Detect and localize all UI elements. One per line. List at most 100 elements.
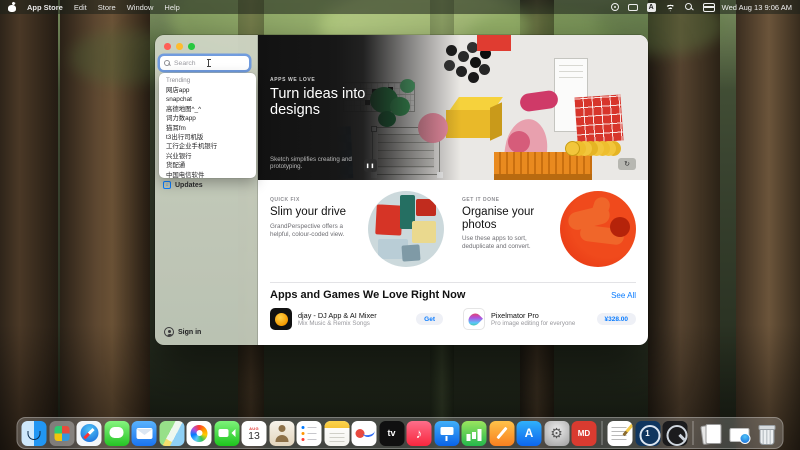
suggestion-item[interactable]: 高德地图^_^ [166, 105, 249, 114]
price-button[interactable]: ¥328.00 [597, 313, 637, 325]
see-all-link[interactable]: See All [611, 291, 636, 300]
suggestion-item[interactable]: t3出行司机版 [166, 133, 249, 142]
card-title: Slim your drive [270, 206, 362, 219]
sign-in-button[interactable]: Sign in [164, 327, 201, 337]
minimize-button[interactable] [176, 43, 183, 50]
section-header: Apps and Games We Love Right Now See All [258, 283, 648, 306]
documents-stack-icon[interactable] [699, 421, 724, 446]
person-icon [164, 327, 174, 337]
card-slim-your-drive[interactable]: QUICK FIX Slim your drive GrandPerspecti… [270, 191, 444, 276]
hero-eyebrow: APPS WE LOVE [270, 77, 370, 83]
close-button[interactable] [164, 43, 171, 50]
display-icon[interactable] [628, 4, 638, 11]
suggestion-item[interactable]: 网店app [166, 86, 249, 95]
system-preferences-icon[interactable]: ⚙ [544, 421, 569, 446]
trash-icon[interactable] [754, 421, 779, 446]
safari-icon[interactable] [77, 421, 102, 446]
hero-banner[interactable]: APPS WE LOVE Turn ideas into designs Ske… [258, 35, 648, 180]
app-list: djay - DJ App & AI Mixer Mix Music & Rem… [258, 306, 648, 330]
suggestions-header: Trending [166, 77, 249, 84]
search-placeholder: Search [174, 60, 196, 67]
search-suggestions-dropdown: Trending 网店app snapchat 高德地图^_^ 词力数app 猫… [159, 73, 256, 178]
control-center-icon[interactable] [703, 3, 713, 12]
app-subtitle: Mix Music & Remix Songs [298, 320, 377, 328]
menu-store[interactable]: Store [98, 3, 116, 12]
get-button[interactable]: Get [416, 313, 443, 325]
suggestion-item[interactable]: 词力数app [166, 114, 249, 123]
app-store-icon[interactable]: A [517, 421, 542, 446]
desktop: App Store Edit Store Window Help A Wed A… [0, 0, 800, 450]
menu-bar-status: A Wed Aug 13 9:06 AM [611, 3, 792, 12]
section-title: Apps and Games We Love Right Now [270, 289, 465, 301]
djay-app-icon [270, 308, 292, 330]
messages-icon[interactable] [104, 421, 129, 446]
suggestion-item[interactable]: 猫耳fm [166, 124, 249, 133]
keynote-icon[interactable] [434, 421, 459, 446]
dock-divider [602, 421, 603, 445]
card-organise-your-photos[interactable]: GET IT DONE Organise your photos Use the… [462, 191, 636, 276]
notes-icon[interactable] [324, 421, 349, 446]
textedit-icon[interactable] [608, 421, 633, 446]
app-row-pixelmator-pro[interactable]: Pixelmator Pro Pro image editing for eve… [463, 308, 636, 330]
menu-app-store[interactable]: App Store [27, 3, 63, 12]
downloads-file-icon[interactable] [726, 421, 751, 446]
traffic-lights [155, 35, 257, 50]
menu-bar-clock[interactable]: Wed Aug 13 9:06 AM [722, 3, 792, 12]
maps-icon[interactable] [159, 421, 184, 446]
pixelmator-pro-app-icon [463, 308, 485, 330]
charts-app-icon[interactable] [352, 421, 377, 446]
sidebar: Search Trending 网店app snapchat 高德地图^_^ 词… [155, 35, 258, 345]
app-name: djay - DJ App & AI Mixer [298, 311, 377, 320]
numbers-icon[interactable] [462, 421, 487, 446]
app-store-window: Search Trending 网店app snapchat 高德地图^_^ 词… [155, 35, 648, 345]
suggestion-item[interactable]: 货配通 [166, 161, 249, 170]
input-source-a-icon[interactable]: A [647, 3, 656, 12]
card-description: GrandPerspective offers a helpful, colou… [270, 223, 362, 239]
search-input[interactable]: Search [160, 56, 249, 70]
apple-menu-icon[interactable] [8, 3, 16, 12]
suggestion-item[interactable]: 中国电信软件 [166, 171, 249, 180]
sign-in-label: Sign in [178, 329, 201, 336]
1password-icon[interactable]: 1 [635, 421, 660, 446]
quicktime-icon[interactable] [663, 421, 688, 446]
hero-title: Turn ideas into designs [270, 87, 370, 119]
suggestion-item[interactable]: snapchat [166, 95, 249, 104]
record-icon[interactable] [611, 3, 619, 11]
wifi-icon[interactable] [665, 3, 676, 12]
sidebar-item-updates[interactable]: ↓ Updates [163, 181, 203, 189]
launchpad-icon[interactable] [49, 421, 74, 446]
app-subtitle: Pro image editing for everyone [491, 320, 575, 328]
magnifier-icon [164, 60, 171, 67]
card-description: Use these apps to sort, deduplicate and … [462, 235, 554, 251]
mail-icon[interactable] [132, 421, 157, 446]
contacts-icon[interactable] [269, 421, 294, 446]
menu-window[interactable]: Window [127, 3, 154, 12]
card-eyebrow: GET IT DONE [462, 197, 554, 203]
hero-description: Sketch simplifies creating and prototypi… [270, 156, 368, 172]
hero-text: APPS WE LOVE Turn ideas into designs [270, 77, 370, 119]
menu-bar: App Store Edit Store Window Help A Wed A… [0, 0, 800, 14]
editorial-cards: QUICK FIX Slim your drive GrandPerspecti… [258, 180, 648, 282]
card-illustration [368, 191, 444, 267]
calendar-icon[interactable]: AUG 13 [242, 421, 267, 446]
suggestion-item[interactable]: 兴业银行 [166, 152, 249, 161]
hero-control-button[interactable]: ↻ [618, 158, 636, 170]
reminders-icon[interactable] [297, 421, 322, 446]
macdown-icon[interactable]: MD [572, 421, 597, 446]
app-row-djay[interactable]: djay - DJ App & AI Mixer Mix Music & Rem… [270, 308, 443, 330]
apple-tv-icon[interactable]: tv [379, 421, 404, 446]
menu-help[interactable]: Help [164, 3, 179, 12]
finder-icon[interactable] [22, 421, 47, 446]
card-title: Organise your photos [462, 206, 554, 231]
music-icon[interactable]: ♪ [407, 421, 432, 446]
pages-icon[interactable] [489, 421, 514, 446]
facetime-icon[interactable] [214, 421, 239, 446]
card-illustration [560, 191, 636, 267]
card-eyebrow: QUICK FIX [270, 197, 362, 203]
search-icon[interactable] [685, 3, 694, 12]
menu-edit[interactable]: Edit [74, 3, 87, 12]
photos-icon[interactable] [187, 421, 212, 446]
pause-button[interactable]: ❚❚ [364, 159, 377, 172]
zoom-button[interactable] [188, 43, 195, 50]
suggestion-item[interactable]: 工行企业手机银行 [166, 142, 249, 151]
